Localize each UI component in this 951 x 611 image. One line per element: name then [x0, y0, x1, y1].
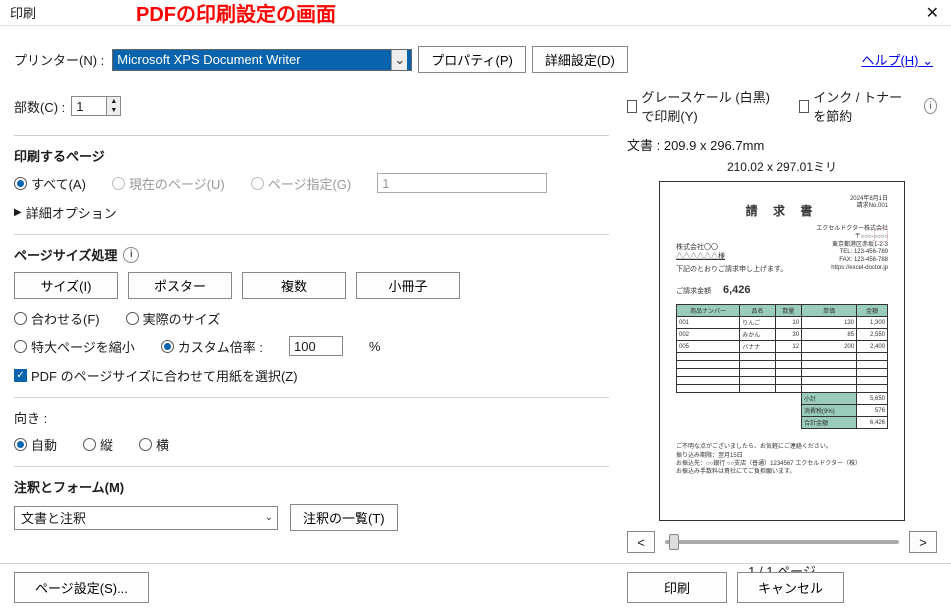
orient-portrait-radio[interactable]: 縦	[83, 435, 113, 454]
annot-list-button[interactable]: 注釈の一覧(T)	[290, 504, 398, 531]
orient-auto-radio[interactable]: 自動	[14, 435, 57, 454]
info-icon[interactable]: i	[123, 247, 139, 263]
prev-page-button[interactable]: <	[627, 531, 655, 553]
help-link[interactable]: ヘルプ(H) ⌄	[861, 50, 933, 69]
pages-current-radio[interactable]: 現在のページ(U)	[112, 174, 225, 193]
cancel-button[interactable]: キャンセル	[737, 572, 844, 603]
page-slider[interactable]	[665, 540, 899, 544]
advanced-options-toggle[interactable]: ▶詳細オプション	[14, 203, 609, 222]
chevron-down-icon[interactable]: ⌄	[265, 512, 273, 523]
annot-form-select[interactable]: 文書と注釈⌄	[14, 506, 278, 530]
page-range-input[interactable]: 1	[377, 173, 547, 193]
grayscale-checkbox[interactable]: グレースケール (白黒) で印刷(Y)	[627, 87, 785, 125]
print-preview: 2024年8月1日請求No.001 請 求 書 株式会社〇〇△△△△△△様下記の…	[659, 181, 905, 521]
close-icon[interactable]: ✕	[920, 3, 945, 23]
fit-radio[interactable]: 合わせる(F)	[14, 309, 100, 328]
sizing-heading: ページサイズ処理	[14, 245, 117, 264]
orientation-heading: 向き :	[14, 408, 609, 427]
poster-tab[interactable]: ポスター	[128, 272, 232, 299]
printer-value: Microsoft XPS Document Writer	[117, 52, 300, 67]
info-icon[interactable]: i	[924, 98, 937, 114]
pages-all-radio[interactable]: すべて(A)	[14, 174, 86, 193]
properties-button[interactable]: プロパティ(P)	[418, 46, 526, 73]
preview-table: 商品ナンバー品名数量単価金額 001りんご101301,300002みかん308…	[676, 304, 888, 429]
spin-up-icon[interactable]: ▲	[107, 97, 120, 106]
orient-landscape-radio[interactable]: 横	[139, 435, 169, 454]
window-title: 印刷	[10, 3, 36, 22]
percent-label: %	[369, 339, 381, 354]
printer-select[interactable]: Microsoft XPS Document Writer ⌄	[112, 49, 412, 71]
annot-heading: 注釈とフォーム(M)	[14, 477, 609, 496]
document-size-label: 文書 : 209.9 x 296.7mm	[627, 135, 937, 154]
copies-input[interactable]: 1 ▲▼	[71, 96, 121, 116]
actual-radio[interactable]: 実際のサイズ	[126, 309, 221, 328]
chevron-down-icon[interactable]: ⌄	[391, 50, 407, 70]
pages-range-radio[interactable]: ページ指定(G)	[251, 174, 352, 193]
page-dimension-label: 210.02 x 297.01ミリ	[627, 158, 937, 175]
shrink-radio[interactable]: 特大ページを縮小	[14, 337, 135, 356]
triangle-right-icon: ▶	[14, 207, 22, 218]
next-page-button[interactable]: >	[909, 531, 937, 553]
page-setup-button[interactable]: ページ設定(S)...	[14, 572, 149, 603]
multiple-tab[interactable]: 複数	[242, 272, 346, 299]
print-button[interactable]: 印刷	[627, 572, 727, 603]
copies-label: 部数(C) :	[14, 97, 65, 116]
choose-paper-checkbox[interactable]: ✓PDF のページサイズに合わせて用紙を選択(Z)	[14, 366, 609, 385]
savetoner-checkbox[interactable]: インク / トナーを節約	[799, 87, 910, 125]
overlay-annotation: PDFの印刷設定の画面	[136, 0, 336, 27]
pages-heading: 印刷するページ	[14, 146, 609, 165]
advanced-button[interactable]: 詳細設定(D)	[532, 46, 628, 73]
printer-label: プリンター(N) :	[14, 50, 104, 69]
spin-down-icon[interactable]: ▼	[107, 106, 120, 115]
custom-radio[interactable]: カスタム倍率 :	[161, 337, 263, 356]
booklet-tab[interactable]: 小冊子	[356, 272, 460, 299]
custom-scale-input[interactable]: 100	[289, 336, 343, 356]
size-tab[interactable]: サイズ(I)	[14, 272, 118, 299]
